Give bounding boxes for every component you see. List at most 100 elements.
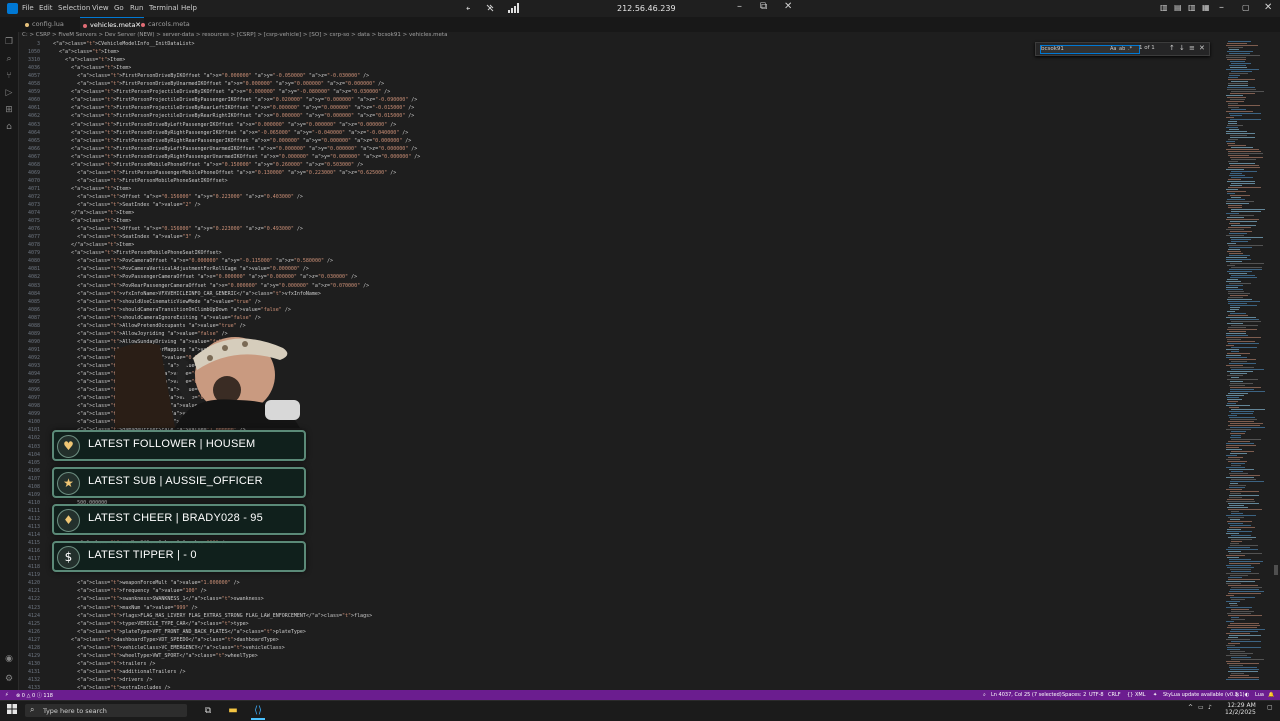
code-line[interactable]: <"a">class="t">Item> [53, 65, 131, 71]
customize-layout-icon[interactable]: ▦ [1202, 3, 1210, 12]
settings-gear-icon[interactable]: ⚙ [4, 674, 14, 684]
code-line[interactable]: <"a">class="t">swankness>SWANKNESS_1</"a… [53, 596, 264, 602]
indentation[interactable]: Spaces: 2 [1062, 692, 1086, 698]
tray-chevron-icon[interactable]: ^ [1188, 704, 1193, 711]
code-line[interactable]: <"a">class="t">Offset "a">x="0.156000" "… [53, 226, 303, 232]
code-line[interactable]: <"a">class="t">SeatIndex "a">value="3" /… [53, 234, 200, 240]
code-line[interactable]: <"a">class="t">FirstPersonProjectileDriv… [53, 113, 414, 119]
tab-config-lua[interactable]: config.lua [22, 17, 82, 32]
layout-panel-icon[interactable]: ▤ [1174, 3, 1182, 12]
code-line[interactable]: <"a">class="t">FirstPersonDriveByRightPa… [53, 154, 420, 160]
code-line[interactable]: <"a">class="t">FirstPersonDriveByRightPa… [53, 130, 408, 136]
match-case-icon[interactable]: Aa [1110, 46, 1116, 52]
code-line[interactable]: <"a">class="t">Item> [53, 218, 131, 224]
language-mode[interactable]: XML [1135, 692, 1146, 698]
run-debug-icon[interactable]: ▷ [4, 88, 14, 98]
close-icon[interactable]: ✕ [1264, 2, 1272, 13]
scrollbar-thumb[interactable] [1274, 565, 1278, 575]
source-control-icon[interactable]: ⑂ [4, 71, 14, 81]
remote-indicator-icon[interactable]: ⚡ [5, 692, 9, 698]
code-line[interactable]: <"a">class="t">AllowPretendOccupants "a"… [53, 323, 246, 329]
menu-file[interactable]: File [22, 4, 34, 12]
notifications-bell-icon[interactable]: 🔔 [1268, 692, 1274, 698]
code-line[interactable]: <"a">class="t">CVehicleModelInfo__InitDa… [53, 41, 195, 47]
code-line[interactable]: <"a">class="t">FirstPersonMobilePhoneSea… [53, 178, 228, 184]
file-explorer-icon[interactable]: ▬ [226, 704, 240, 718]
menu-run[interactable]: Run [130, 4, 143, 12]
maximize-icon[interactable]: ▢ [1242, 3, 1250, 12]
code-line[interactable]: </"a">class="t">Item> [53, 210, 134, 216]
remote-close-icon[interactable]: ✕ [784, 1, 792, 12]
code-line[interactable]: <"a">class="t">shouldUseCinematicViewMod… [53, 299, 261, 305]
taskbar-search-box[interactable]: ⌕ Type here to search [25, 704, 187, 717]
account-icon[interactable]: ◉ [4, 654, 14, 664]
remote-minimize-icon[interactable]: – [737, 1, 742, 12]
code-line[interactable]: <"a">class="t">vfxInfoName>VFXVEHICLEINF… [53, 291, 321, 297]
code-line[interactable]: <"a">class="t">dashboardType>VDT_SPEEDO<… [53, 637, 279, 643]
code-line[interactable]: <"a">class="t">PovCameraVerticalAdjustme… [53, 266, 309, 272]
menu-go[interactable]: Go [114, 4, 124, 12]
tab-vehicles-meta[interactable]: vehicles.meta ✕ [80, 17, 144, 33]
whole-word-icon[interactable]: ab [1119, 46, 1125, 52]
next-match-icon[interactable]: ↓ [1179, 44, 1185, 52]
code-line[interactable]: <"a">class="t">weaponForceMult "a">value… [53, 580, 240, 586]
copilot-icon[interactable]: ◎ [1235, 692, 1239, 698]
find-close-icon[interactable]: ✕ [1199, 44, 1205, 52]
minimize-icon[interactable]: – [1219, 2, 1224, 13]
pin-off-icon[interactable] [485, 3, 495, 16]
code-line[interactable]: <"a">class="t">drivers /> [53, 677, 152, 683]
volume-icon[interactable]: ♪ [1208, 704, 1212, 711]
menu-help[interactable]: Help [181, 4, 197, 12]
code-line[interactable]: <"a">class="t">type>VEHICLE_TYPE_CAR</"a… [53, 621, 249, 627]
code-line[interactable]: <"a">class="t">trailers /> [53, 661, 155, 667]
regex-icon[interactable]: .* [1128, 46, 1132, 52]
code-line[interactable]: <"a">class="t">maxNum "a">value="999" /> [53, 605, 197, 611]
problems-counter[interactable]: ⊗ 0 △ 0 ⓘ 118 [16, 692, 53, 699]
lua-status[interactable]: Lua [1255, 692, 1264, 698]
network-icon[interactable]: ▭ [1198, 704, 1204, 711]
line-ending[interactable]: CRLF [1108, 692, 1121, 698]
clock[interactable]: 12:29 AM 12/2/2025 [1225, 702, 1256, 716]
cursor-position[interactable]: Ln 4037, Col 25 (7 selected) [991, 692, 1062, 698]
previous-match-icon[interactable]: ↑ [1169, 44, 1175, 52]
code-line[interactable]: </"a">class="t">Item> [53, 242, 134, 248]
encoding[interactable]: UTF-8 [1089, 692, 1104, 698]
code-line[interactable]: <"a">class="t">FirstPersonProjectileDriv… [53, 89, 390, 95]
menu-terminal[interactable]: Terminal [149, 4, 179, 12]
breadcrumb[interactable]: C: > CSRP > FiveM Servers > Dev Server (… [22, 32, 447, 41]
vertical-scrollbar[interactable] [1272, 41, 1280, 690]
code-line[interactable]: <"a">class="t">shouldCameraIgnoreExiting… [53, 315, 261, 321]
zoom-search-icon[interactable]: ⌕ [983, 692, 986, 698]
layout-secondary-icon[interactable]: ▥ [1188, 3, 1196, 12]
code-line[interactable]: <"a">class="t">FirstPersonDriveByIKOffse… [53, 73, 369, 79]
code-line[interactable]: <"a">class="t">FirstPersonMobilePhoneSea… [53, 250, 222, 256]
stylua-notification[interactable]: StyLua update available (v0.3.1) [1163, 692, 1245, 698]
menu-selection[interactable]: Selection [58, 4, 90, 12]
task-view-icon[interactable]: ⧉ [201, 704, 215, 718]
code-line[interactable]: <"a">class="t">FirstPersonDriveByRightRe… [53, 138, 411, 144]
code-line[interactable]: <"a">class="t">PovPassengerCameraOffset … [53, 274, 357, 280]
code-line[interactable]: <"a">class="t">Offset "a">x="0.156000" "… [53, 194, 303, 200]
menu-view[interactable]: View [92, 4, 109, 12]
layout-sidebar-icon[interactable]: ▥ [1160, 3, 1168, 12]
code-line[interactable]: <"a">class="t">SeatIndex "a">value="2" /… [53, 202, 200, 208]
code-line[interactable]: <"a">class="t">vehicleClass>VC_EMERGENCY… [53, 645, 285, 651]
notification-center-icon[interactable]: ▢ [1267, 704, 1273, 711]
explorer-icon[interactable]: ❐ [4, 37, 14, 47]
search-icon[interactable]: ⌕ [4, 54, 14, 64]
code-line[interactable]: <"a">class="t">FirstPersonMobilePhoneOff… [53, 162, 363, 168]
code-line[interactable]: <"a">class="t">FirstPersonProjectileDriv… [53, 105, 414, 111]
menu-edit[interactable]: Edit [39, 4, 53, 12]
code-line[interactable]: <"a">class="t">PovRearPassengerCameraOff… [53, 283, 369, 289]
code-line[interactable]: <"a">class="t">FirstPersonDriveByLeftPas… [53, 122, 396, 128]
code-line[interactable]: <"a">class="t">FirstPersonProjectileDriv… [53, 97, 417, 103]
minimap[interactable] [1220, 41, 1268, 690]
code-line[interactable]: <"a">class="t">wheelType>VWT_SPORT</"a">… [53, 653, 258, 659]
code-line[interactable]: <"a">class="t">FirstPersonDriveByLeftPas… [53, 146, 417, 152]
code-line[interactable]: <"a">class="t">PovCameraOffset "a">x="0.… [53, 258, 333, 264]
code-line[interactable]: <"a">class="t">Item> [53, 49, 119, 55]
windows-start-icon[interactable] [5, 704, 19, 718]
code-line[interactable]: <"a">class="t">Item> [53, 57, 125, 63]
code-line[interactable]: <"a">class="t">additionalTrailers /> [53, 669, 185, 675]
code-line[interactable]: <"a">class="t">flags>FLAG_HAS_LIVERY FLA… [53, 613, 372, 619]
